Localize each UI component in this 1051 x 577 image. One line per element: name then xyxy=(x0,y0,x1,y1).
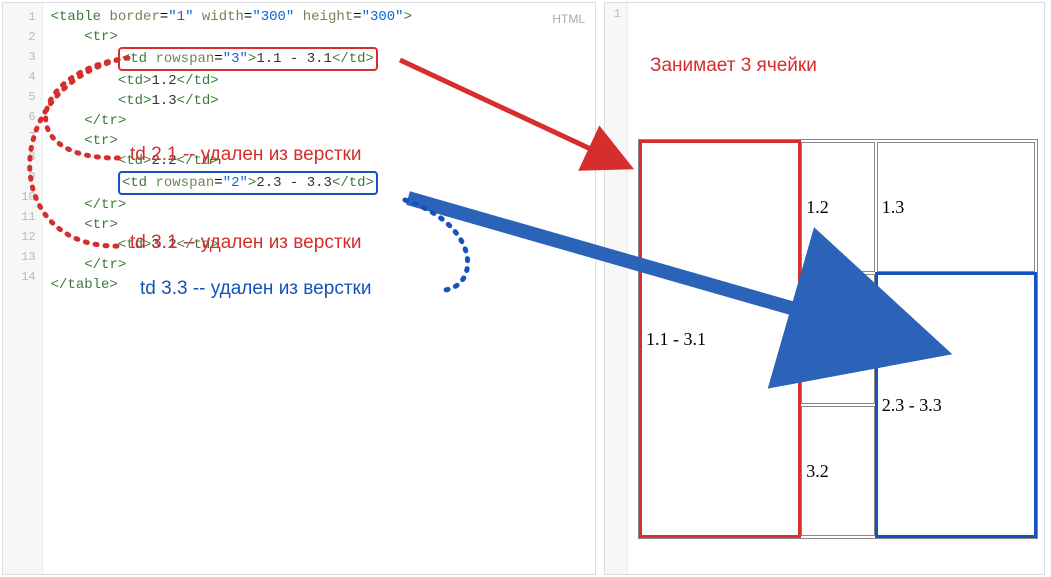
line-number: 13 xyxy=(3,247,36,267)
preview-area: 1.1 - 3.1 1.2 1.3 2.2 2.3 - 3.3 3.2 xyxy=(628,3,1044,574)
line-number: 6 xyxy=(3,107,36,127)
cell-2-2: 2.2 xyxy=(801,274,874,404)
preview-pane: 1 1.1 - 3.1 1.2 1.3 2.2 2.3 - 3.3 3.2 xyxy=(604,2,1045,575)
table-row: 1.1 - 3.1 1.2 1.3 xyxy=(641,142,1035,272)
line-number: 10 xyxy=(3,187,36,207)
code-line: <td rowspan="3">1.1 - 3.1</td> xyxy=(51,47,595,71)
cell-3-2: 3.2 xyxy=(801,406,874,536)
cell-1-1-rowspan3: 1.1 - 3.1 xyxy=(641,142,799,536)
rowspan2-highlight: <td rowspan="2">2.3 - 3.3</td> xyxy=(118,171,378,195)
line-number: 1 xyxy=(605,7,621,21)
line-number: 7 xyxy=(3,127,36,147)
line-number: 8 xyxy=(3,147,36,167)
code-line: </tr> xyxy=(51,111,595,131)
line-number: 1 xyxy=(3,7,36,27)
code-line: <table border="1" width="300" height="30… xyxy=(51,7,595,27)
code-line: <td>1.2</td> xyxy=(51,71,595,91)
cell-1-3: 1.3 xyxy=(877,142,1035,272)
code-line: <td rowspan="2">2.3 - 3.3</td> xyxy=(51,171,595,195)
line-number: 11 xyxy=(3,207,36,227)
preview-line-gutter: 1 xyxy=(605,3,628,574)
code-line: <tr> xyxy=(51,27,595,47)
annotation-takes-3-cells: Занимает 3 ячейки xyxy=(650,55,817,77)
rendered-table: 1.1 - 3.1 1.2 1.3 2.2 2.3 - 3.3 3.2 xyxy=(638,139,1038,539)
line-number: 4 xyxy=(3,67,36,87)
line-number: 14 xyxy=(3,267,36,287)
code-line: <td>1.3</td> xyxy=(51,91,595,111)
line-number: 12 xyxy=(3,227,36,247)
cell-2-3-rowspan2: 2.3 - 3.3 xyxy=(877,274,1035,536)
cell-1-2: 1.2 xyxy=(801,142,874,272)
code-line: </tr> xyxy=(51,195,595,215)
line-number: 5 xyxy=(3,87,36,107)
rowspan3-highlight: <td rowspan="3">1.1 - 3.1</td> xyxy=(118,47,378,71)
line-number: 2 xyxy=(3,27,36,47)
code-line: </tr> xyxy=(51,255,595,275)
annotation-td-3-1-removed: td 3.1 -- удален из верстки xyxy=(130,232,361,254)
language-badge: HTML xyxy=(552,9,585,29)
annotation-td-2-1-removed: td 2.1 -- удален из верстки xyxy=(130,144,361,166)
annotation-td-3-3-removed: td 3.3 -- удален из верстки xyxy=(140,278,371,300)
line-number-gutter: 1 2 3 4 5 6 7 8 9 10 11 12 13 14 xyxy=(3,3,43,574)
line-number: 9 xyxy=(3,167,36,187)
line-number: 3 xyxy=(3,47,36,67)
